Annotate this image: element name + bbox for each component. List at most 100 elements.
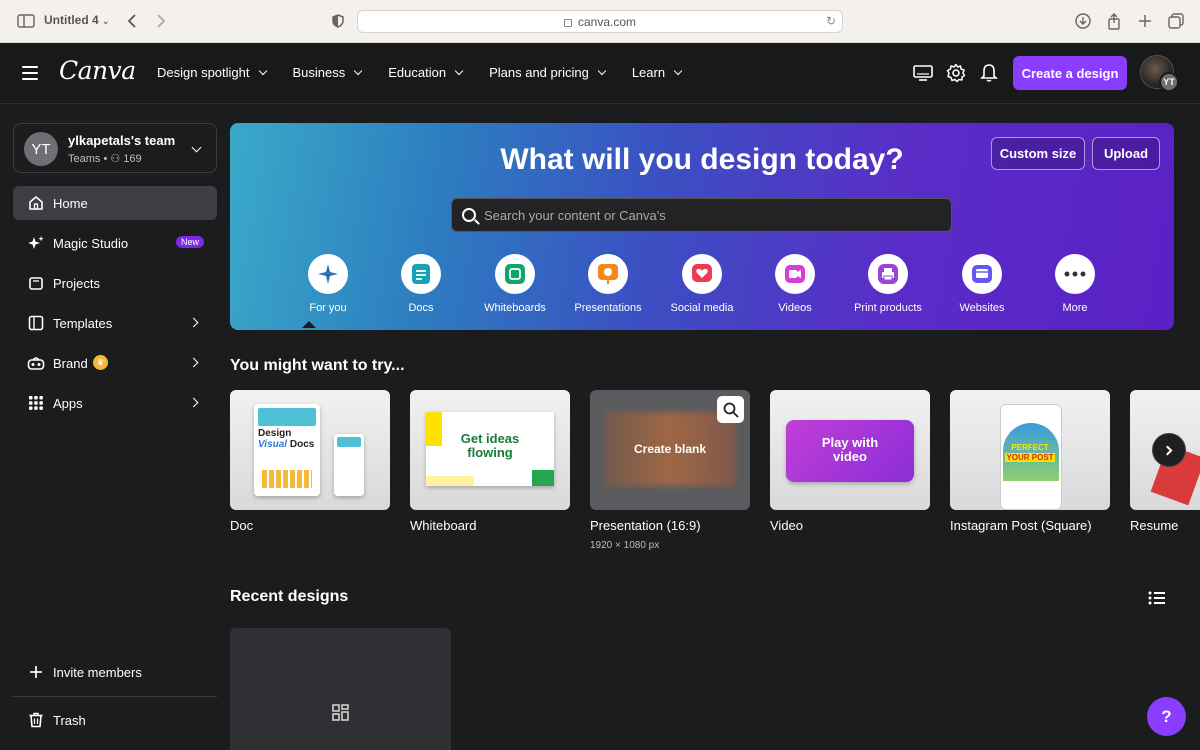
chevron-right-icon: [188, 317, 199, 328]
nav-education[interactable]: Education: [388, 65, 464, 80]
custom-size-button[interactable]: Custom size: [991, 137, 1085, 170]
category-label: For you: [309, 302, 347, 314]
more-dots-icon: [1064, 271, 1086, 277]
doc-thumb-page: Design Visual Docs: [254, 404, 320, 496]
search-input[interactable]: Search your content or Canva's: [451, 198, 952, 232]
sidebar-item-label: Brand: [53, 355, 88, 371]
try-card-whiteboard[interactable]: Get ideas flowing: [410, 390, 570, 510]
presentation-icon: [598, 264, 618, 284]
category-label: Videos: [778, 302, 812, 314]
sidebar-item-magic-studio[interactable]: Magic Studio New: [13, 226, 217, 260]
sidebar-item-brand[interactable]: Brand ♛: [13, 346, 217, 380]
list-view-icon[interactable]: [1148, 590, 1166, 606]
sidebar-item-trash[interactable]: Trash: [13, 703, 217, 737]
user-avatar[interactable]: YT: [1140, 55, 1179, 92]
menu-icon[interactable]: [22, 66, 38, 80]
chevron-right-icon: [188, 357, 199, 368]
category-icon-circle: [682, 254, 722, 294]
address-bar[interactable]: canva.com ↻: [357, 10, 843, 33]
try-card-label: Instagram Post (Square): [950, 518, 1092, 533]
category-videos[interactable]: Videos: [750, 254, 840, 314]
category-icon-circle: [868, 254, 908, 294]
category-icon-circle: [775, 254, 815, 294]
try-card-sub: 1920 × 1080 px: [590, 540, 660, 551]
whiteboard-thumb: Get ideas flowing: [426, 412, 554, 486]
category-label: Social media: [670, 302, 734, 314]
upload-button[interactable]: Upload: [1092, 137, 1160, 170]
settings-gear-icon[interactable]: [945, 62, 967, 84]
sidebar-item-apps[interactable]: Apps: [13, 386, 217, 420]
invite-members-button[interactable]: Invite members: [13, 655, 217, 689]
category-for-you[interactable]: For you: [283, 254, 373, 314]
crown-icon: ♛: [93, 355, 108, 370]
try-card-label: Presentation (16:9): [590, 518, 701, 533]
website-icon: [972, 265, 992, 283]
try-card-video[interactable]: Play with video: [770, 390, 930, 510]
category-icon-circle: [401, 254, 441, 294]
forward-icon[interactable]: [151, 11, 171, 31]
video-icon: [785, 265, 805, 283]
category-social-media[interactable]: Social media: [657, 254, 747, 314]
desktop-app-icon[interactable]: [912, 62, 934, 84]
category-docs[interactable]: Docs: [376, 254, 466, 314]
category-presentations[interactable]: Presentations: [563, 254, 653, 314]
category-icon-circle: [1055, 254, 1095, 294]
nav-design-spotlight[interactable]: Design spotlight: [157, 65, 267, 80]
privacy-shield-icon[interactable]: [328, 11, 348, 31]
browser-toolbar: Untitled 4 canva.com ↻: [0, 0, 1200, 43]
top-navigation: Canva Design spotlight Business Educatio…: [0, 43, 1200, 104]
nav-business[interactable]: Business: [292, 65, 363, 80]
lock-icon: [563, 18, 572, 27]
sidebar-item-label: Templates: [53, 315, 113, 331]
recent-design-card[interactable]: [230, 628, 451, 750]
video-thumb-text-2: video: [833, 449, 867, 464]
category-more[interactable]: More: [1030, 254, 1120, 314]
nav-label: Business: [292, 65, 346, 80]
plus-icon: [27, 663, 45, 681]
share-icon[interactable]: [1104, 11, 1124, 31]
tab-title[interactable]: Untitled 4: [44, 13, 110, 27]
sidebar-item-home[interactable]: Home: [13, 186, 217, 220]
canva-logo[interactable]: Canva: [59, 56, 136, 85]
team-name: ylkapetals's team: [68, 133, 176, 148]
sidebar-toggle-icon[interactable]: [16, 11, 36, 31]
video-thumb: Play with video: [786, 420, 914, 482]
trash-icon: [27, 711, 45, 729]
category-websites[interactable]: Websites: [937, 254, 1027, 314]
try-card-label: Video: [770, 518, 804, 533]
templates-icon: [27, 314, 45, 332]
notifications-bell-icon[interactable]: [978, 62, 1000, 84]
downloads-icon[interactable]: [1073, 11, 1093, 31]
sidebar-item-projects[interactable]: Projects: [13, 266, 217, 300]
category-icon-circle: [962, 254, 1002, 294]
selected-category-indicator: [302, 321, 316, 328]
carousel-next-button[interactable]: [1152, 433, 1186, 467]
try-card-instagram-post[interactable]: PERFECT YOUR POST: [950, 390, 1110, 510]
sparkle-icon: [318, 264, 338, 284]
help-button[interactable]: ?: [1147, 697, 1186, 736]
new-tab-icon[interactable]: [1135, 11, 1155, 31]
back-icon[interactable]: [122, 11, 142, 31]
reload-icon[interactable]: ↻: [826, 14, 836, 28]
nav-plans-pricing[interactable]: Plans and pricing: [489, 65, 607, 80]
apps-grid-icon: [27, 394, 45, 412]
category-whiteboards[interactable]: Whiteboards: [470, 254, 560, 314]
hero-banner: What will you design today? Custom size …: [230, 123, 1174, 330]
try-card-doc[interactable]: Design Visual Docs: [230, 390, 390, 510]
chevron-down-icon: [597, 66, 607, 75]
chevron-down-icon: [454, 66, 464, 75]
create-design-button[interactable]: Create a design: [1013, 56, 1127, 90]
nav-learn[interactable]: Learn: [632, 65, 683, 80]
team-switcher[interactable]: YT ylkapetals's team Teams • ⚇ 169: [13, 123, 217, 173]
home-icon: [27, 194, 45, 212]
category-icon-circle: [588, 254, 628, 294]
tab-overview-icon[interactable]: [1166, 11, 1186, 31]
avatar-initials: YT: [1159, 72, 1179, 92]
search-icon: [462, 208, 476, 222]
sidebar-item-templates[interactable]: Templates: [13, 306, 217, 340]
category-label: Whiteboards: [484, 302, 546, 314]
try-card-presentation[interactable]: Create blank: [590, 390, 750, 510]
preview-search-button[interactable]: [717, 396, 744, 423]
category-print-products[interactable]: Print products: [843, 254, 933, 314]
chevron-down-icon: [673, 66, 683, 75]
